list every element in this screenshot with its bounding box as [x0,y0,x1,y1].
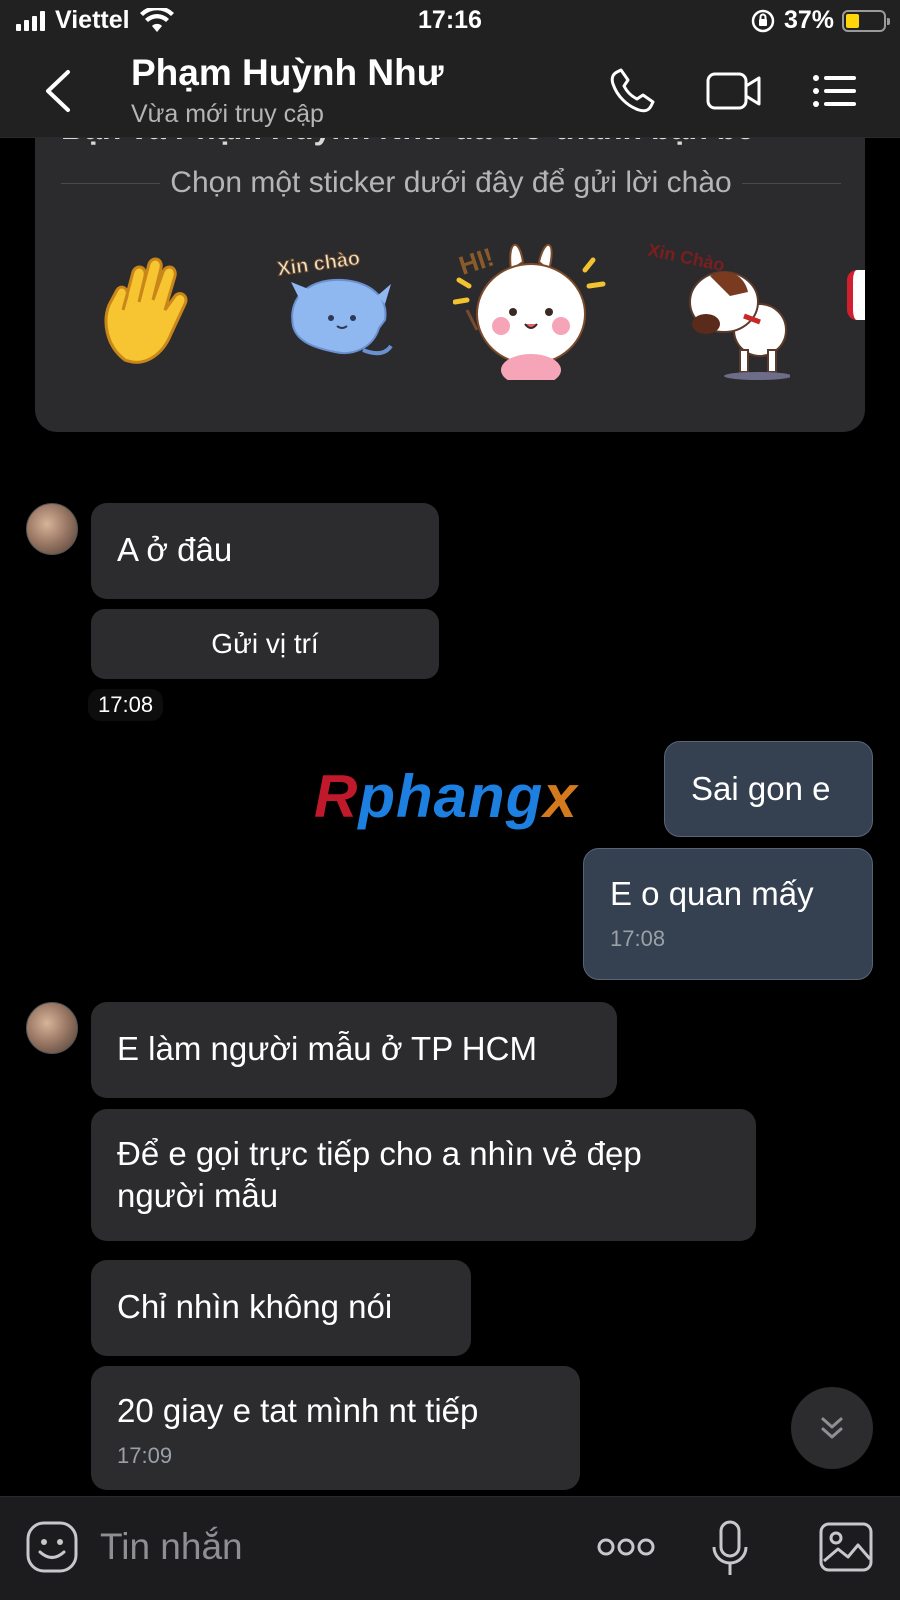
sticker-prompt-row: Chọn một sticker dưới đây để gửi lời chà… [61,166,842,200]
microphone-icon[interactable] [710,1519,750,1579]
waving-hand-sticker[interactable] [95,250,215,375]
message-text: Chỉ nhìn không nói [117,1288,393,1325]
video-camera-icon[interactable] [705,66,763,116]
contact-name[interactable]: Phạm Huỳnh Như [131,52,444,94]
message-text: Để e gọi trực tiếp cho a nhìn vẻ đẹp ngư… [117,1135,642,1215]
scroll-to-bottom-button[interactable] [791,1387,873,1469]
contact-status: Vừa mới truy cập [131,100,324,128]
message-bubble-incoming[interactable]: Chỉ nhìn không nói [91,1260,471,1356]
emoji-icon[interactable] [24,1519,80,1575]
message-bubble-incoming[interactable]: A ở đâu [91,503,439,599]
image-icon[interactable] [818,1521,874,1573]
status-right: 37% [750,6,890,35]
message-bubble-outgoing[interactable]: E o quan mấy 17:08 [583,848,873,981]
chat-header: Phạm Huỳnh Như Vừa mới truy cập [0,44,900,138]
battery-percent: 37% [783,6,834,34]
avatar[interactable] [26,503,78,555]
message-time: 17:08 [610,926,666,952]
chevron-left-icon[interactable] [40,68,80,114]
divider [61,182,161,184]
more-icon[interactable] [596,1533,656,1561]
message-text: A ở đâu [117,531,233,568]
message-bubble-incoming[interactable]: E làm người mẫu ở TP HCM [91,1002,617,1098]
message-bubble-outgoing[interactable]: Sai gon e [664,741,873,837]
cat-sticker[interactable]: Xin chào [273,238,413,378]
avatar[interactable] [26,1002,78,1054]
sticker-prompt: Chọn một sticker dưới đây để gửi lời chà… [170,166,732,199]
message-text: E làm người mẫu ở TP HCM [117,1030,537,1067]
message-input-bar [0,1496,900,1600]
bunny-sticker-caption: HI! [455,241,497,280]
cat-sticker-caption: Xin chào [276,247,362,280]
sticker-partial[interactable] [847,270,865,320]
friend-sticker-card: Bạn và Phạm Huỳnh Như đã trở thành bạn b… [35,110,865,432]
message-bubble-incoming[interactable]: Để e gọi trực tiếp cho a nhìn vẻ đẹp ngư… [91,1109,756,1242]
menu-icon[interactable] [812,66,858,116]
dog-sticker[interactable]: Xin Chào [640,232,790,382]
phone-icon[interactable] [607,66,659,116]
divider [741,182,842,184]
bunny-sticker[interactable]: HI! [453,230,608,380]
watermark: Rphangx [314,763,578,830]
message-bubble-incoming[interactable]: 20 giay e tat mình nt tiếp 17:09 [91,1366,580,1491]
send-location-button[interactable]: Gửi vị trí [91,609,439,679]
double-chevron-down-icon [821,1417,843,1439]
orientation-lock-icon [751,9,775,32]
status-bar: Viettel 17:16 37% [0,0,900,44]
battery-icon [842,9,890,32]
message-text: Sai gon e [691,770,831,807]
message-time: 17:09 [117,1443,173,1469]
message-time: 17:08 [88,689,164,721]
message-text: E o quan mấy [610,875,814,912]
message-text: 20 giay e tat mình nt tiếp [117,1392,479,1429]
message-input[interactable] [100,1519,560,1575]
dog-sticker-caption: Xin Chào [646,240,726,276]
